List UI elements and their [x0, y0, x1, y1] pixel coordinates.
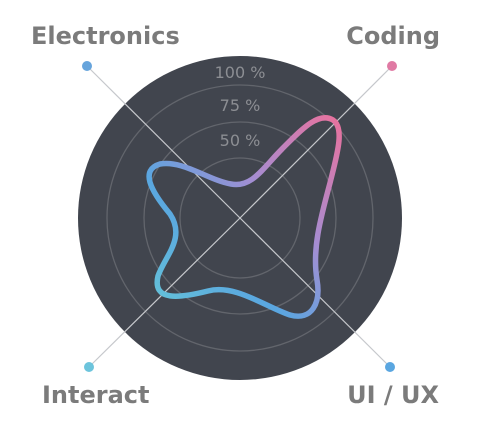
ring-labels: 100 % 75 % 50 % [215, 63, 266, 150]
axis-dot-electronics [82, 61, 92, 71]
axis-label-ui-ux: UI / UX [347, 381, 439, 409]
ring-label-75: 75 % [220, 96, 261, 115]
radar-chart: 100 % 75 % 50 % Electronics Coding UI / … [31, 22, 440, 409]
ring-label-50: 50 % [220, 131, 261, 150]
axis-label-interact: Interact [42, 381, 150, 409]
axis-label-coding: Coding [346, 22, 440, 50]
ring-label-100: 100 % [215, 63, 266, 82]
axis-label-electronics: Electronics [31, 22, 180, 50]
axis-dot-coding [387, 61, 397, 71]
axis-dot-ui-ux [385, 362, 395, 372]
axis-dot-interact [84, 362, 94, 372]
